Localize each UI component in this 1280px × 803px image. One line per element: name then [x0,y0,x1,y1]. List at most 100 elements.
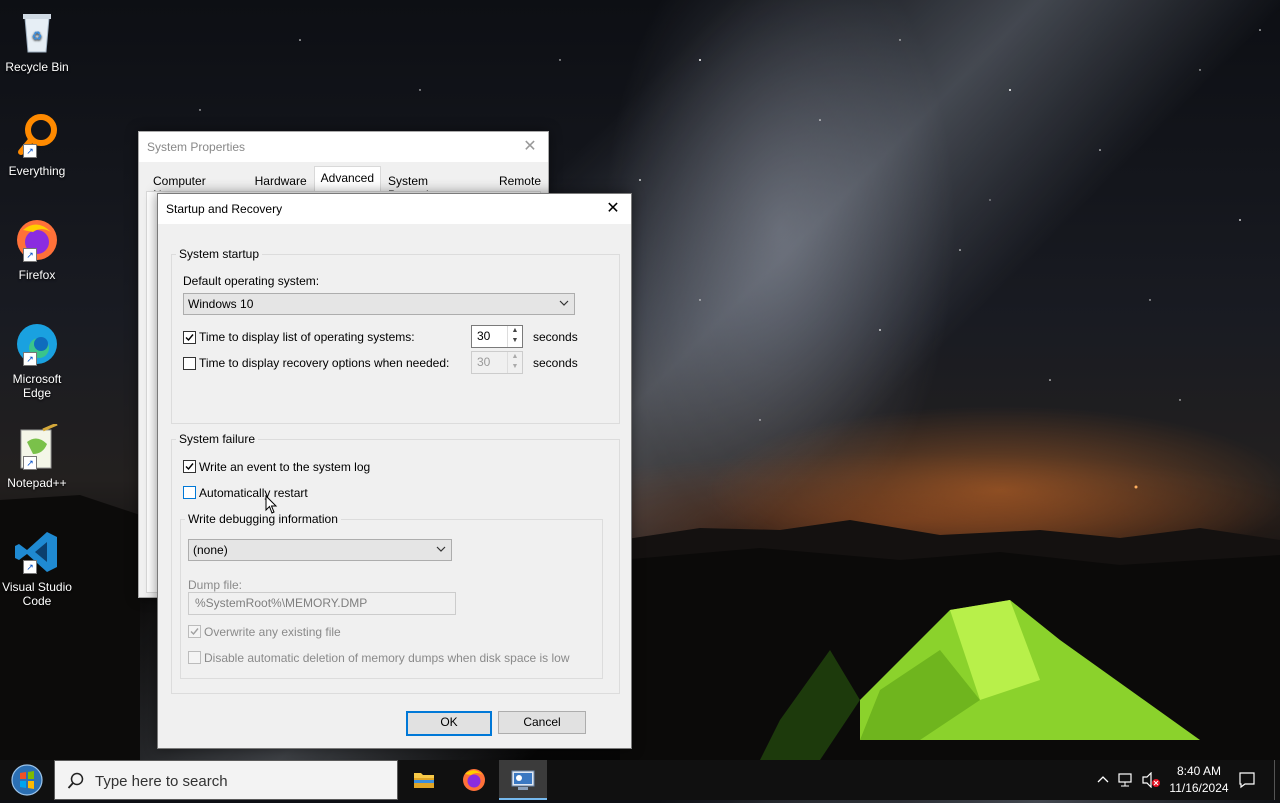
mouse-cursor-icon [265,495,278,514]
everything-search-icon: ↗ [13,112,61,160]
overwrite-checkbox[interactable] [188,625,201,638]
title-bar[interactable]: System Properties ✕ [139,132,548,162]
seconds-label: seconds [533,330,578,344]
taskbar-file-explorer[interactable] [400,760,448,800]
spin-down-icon[interactable]: ▼ [508,362,522,372]
shortcut-arrow-icon: ↗ [23,248,37,262]
system-clock[interactable]: 8:40 AM 11/16/2024 [1166,763,1232,797]
disable-auto-delete-label: Disable automatic deletion of memory dum… [204,651,570,665]
recycle-bin-icon: ♻ [13,8,61,56]
taskbar: Type here to search 8:40 AM 11/16/2024 [0,760,1280,800]
window-title: System Properties [147,140,246,154]
display-list-seconds-value: 30 [477,329,491,343]
shortcut-arrow-icon: ↗ [23,560,37,574]
desktop-icon-everything[interactable]: ↗ Everything [2,112,72,178]
display-recovery-label: Time to display recovery options when ne… [199,356,450,370]
tab-computer-name[interactable]: Computer Name [146,169,248,202]
search-placeholder: Type here to search [95,773,228,790]
spin-down-icon[interactable]: ▼ [508,336,522,346]
spin-up-icon[interactable]: ▲ [508,326,522,336]
desktop-icon-firefox[interactable]: ↗ Firefox [2,216,72,282]
system-failure-label: System failure [176,432,259,446]
overwrite-label: Overwrite any existing file [204,625,341,639]
auto-restart-label: Automatically restart [199,486,308,500]
debug-info-label: Write debugging information [185,512,341,526]
write-event-checkbox[interactable] [183,460,196,473]
windows-start-icon [11,764,43,796]
desktop-icon-label: Recycle Bin [5,60,69,74]
display-recovery-checkbox[interactable] [183,357,196,370]
desktop-icon-vscode[interactable]: ↗ Visual Studio Code [2,528,72,608]
svg-text:♻: ♻ [32,29,43,43]
system-startup-label: System startup [176,247,263,261]
seconds-label: seconds [533,356,578,370]
volume-muted-icon[interactable] [1142,772,1162,788]
checkmark-icon [185,463,194,471]
desktop-icon-recycle-bin[interactable]: ♻ Recycle Bin [2,8,72,74]
display-recovery-seconds-spinner[interactable]: 30 ▲ ▼ [471,351,523,374]
notification-center-icon[interactable] [1238,771,1256,789]
tab-hardware[interactable]: Hardware [248,169,314,191]
debug-info-value: (none) [193,543,228,557]
dump-file-value: %SystemRoot%\MEMORY.DMP [195,596,368,610]
display-list-seconds-spinner[interactable]: 30 ▲ ▼ [471,325,523,348]
spinner-buttons: ▲ ▼ [507,352,522,373]
search-icon [67,772,84,789]
taskbar-search-box[interactable]: Type here to search [54,760,398,800]
show-desktop-button[interactable] [1274,760,1280,800]
shortcut-arrow-icon: ↗ [23,144,37,158]
edge-icon: ↗ [13,320,61,368]
display-list-label: Time to display list of operating system… [199,330,415,344]
vscode-icon: ↗ [13,528,61,576]
shortcut-arrow-icon: ↗ [23,352,37,366]
dump-file-input[interactable]: %SystemRoot%\MEMORY.DMP [188,592,456,615]
desktop-icon-notepadpp[interactable]: ↗ Notepad++ [2,422,72,490]
clock-date: 11/16/2024 [1169,781,1229,795]
startup-recovery-dialog: Startup and Recovery ✕ System startup De… [157,193,632,749]
file-explorer-icon [414,773,434,788]
display-recovery-seconds-value: 30 [477,355,491,369]
chevron-up-icon[interactable] [1096,773,1110,787]
firefox-icon: ↗ [13,216,61,264]
display-list-checkbox[interactable] [183,331,196,344]
desktop-icon-edge[interactable]: ↗ Microsoft Edge [2,320,72,400]
checkmark-icon [185,334,194,342]
tab-strip: Computer Name Hardware Advanced System P… [146,166,548,202]
write-event-label: Write an event to the system log [199,460,371,474]
clock-time: 8:40 AM [1176,764,1222,778]
tab-advanced[interactable]: Advanced [313,166,382,191]
default-os-dropdown[interactable]: Windows 10 [183,293,575,315]
system-properties-icon [511,770,535,790]
firefox-icon [463,769,485,791]
taskbar-system-properties[interactable] [499,760,547,800]
auto-restart-checkbox[interactable] [183,486,196,499]
spin-up-icon[interactable]: ▲ [508,352,522,362]
desktop-icon-label: Firefox [18,268,56,282]
taskbar-firefox[interactable] [450,760,498,800]
cancel-button[interactable]: Cancel [498,711,586,734]
dialog-title: Startup and Recovery [166,202,283,216]
desktop-icon-label: Microsoft Edge [12,372,62,400]
shortcut-arrow-icon: ↗ [23,456,37,470]
close-icon[interactable]: ✕ [603,199,623,219]
network-icon[interactable] [1118,772,1136,788]
debug-info-dropdown[interactable]: (none) [188,539,452,561]
tab-remote[interactable]: Remote [492,169,548,191]
disable-auto-delete-checkbox[interactable] [188,651,201,664]
desktop-icon-label: Notepad++ [7,476,67,490]
default-os-label: Default operating system: [183,274,320,288]
dump-file-label: Dump file: [188,578,243,592]
notepadpp-icon: ↗ [13,422,61,472]
checkmark-icon [190,628,199,636]
chevron-down-icon [559,300,569,306]
tab-system-protection[interactable]: System Protection [381,169,492,202]
spinner-buttons: ▲ ▼ [507,326,522,347]
desktop-icon-label: Everything [8,164,66,178]
start-button[interactable] [3,760,51,800]
default-os-value: Windows 10 [188,297,254,311]
title-bar[interactable]: Startup and Recovery ✕ [158,194,631,224]
desktop-icon-label: Visual Studio Code [2,580,72,608]
ok-button[interactable]: OK [406,711,492,736]
close-icon[interactable]: ✕ [520,137,540,157]
chevron-down-icon [436,546,446,552]
